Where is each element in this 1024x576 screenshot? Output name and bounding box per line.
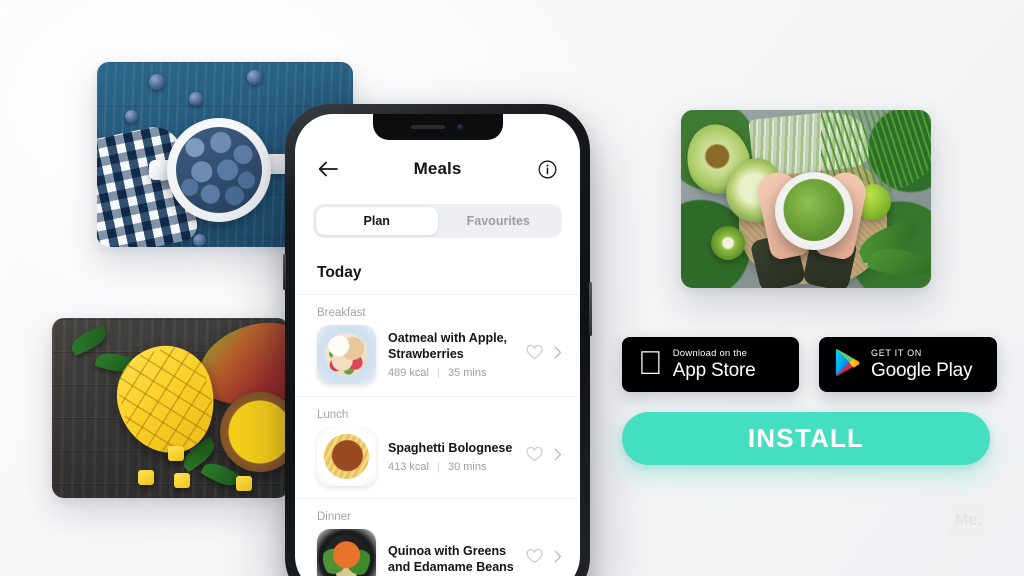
meal-name: Oatmeal with Apple, Strawberries xyxy=(388,331,508,361)
meal-row[interactable]: Oatmeal with Apple, Strawberries 489 kca… xyxy=(295,325,580,384)
earpiece-speaker-icon xyxy=(411,125,445,129)
google-play-badge-small-text: GET IT ON xyxy=(871,348,922,358)
meal-group-label: Breakfast xyxy=(295,294,580,319)
meal-group-lunch: Lunch Spaghetti Bolognese 413 kcal | 30 … xyxy=(295,396,580,486)
meal-duration: 30 mins xyxy=(447,461,487,473)
meal-calories: 489 kcal xyxy=(388,367,429,379)
app-store-badge-small-text: Download on the xyxy=(648,347,747,359)
meal-meta: 489 kcal | 35 mins xyxy=(388,367,514,379)
meal-meta: 413 kcal | 30 mins xyxy=(388,461,514,473)
chevron-right-icon[interactable] xyxy=(554,346,562,364)
meal-thumbnail xyxy=(317,427,376,486)
install-button[interactable]: INSTALL xyxy=(622,412,990,465)
meal-row[interactable]: Quinoa with Greens and Edamame Beans xyxy=(295,529,580,576)
meal-group-label: Dinner xyxy=(295,498,580,523)
front-camera-icon xyxy=(457,123,464,131)
mango-photo xyxy=(52,318,289,498)
meal-name: Quinoa with Greens and Edamame Beans xyxy=(388,543,514,574)
meal-duration: 35 mins xyxy=(447,367,487,379)
phone-side-button[interactable] xyxy=(589,282,592,336)
phone-volume-button[interactable] xyxy=(283,254,286,290)
day-title: Today xyxy=(317,264,362,281)
heart-icon[interactable] xyxy=(526,344,543,365)
meal-meta-separator: | xyxy=(437,461,440,473)
app-store-badge[interactable]:  Download on the App Store xyxy=(622,337,799,392)
meal-actions xyxy=(526,344,562,365)
meal-thumbnail xyxy=(317,325,376,384)
plan-favourites-segmented-control[interactable]: Plan Favourites xyxy=(313,204,562,238)
photo-card-mango xyxy=(52,318,289,498)
install-button-label: INSTALL xyxy=(747,423,865,453)
meal-group-label: Lunch xyxy=(295,396,580,421)
heart-icon[interactable] xyxy=(526,446,543,467)
app-store-badge-text: Download on the App Store xyxy=(673,349,756,381)
meal-actions xyxy=(526,548,562,569)
green-smoothie-photo xyxy=(681,110,931,288)
back-arrow-icon[interactable] xyxy=(317,158,339,180)
meal-group-breakfast: Breakfast Oatmeal with Apple, Strawberri… xyxy=(295,294,580,384)
meal-list: Breakfast Oatmeal with Apple, Strawberri… xyxy=(295,294,580,576)
meal-group-dinner: Dinner Quinoa with Greens and Edamame Be… xyxy=(295,498,580,576)
info-icon[interactable] xyxy=(536,158,558,180)
app-store-badge-big-text: App Store xyxy=(648,360,756,382)
store-badges:  Download on the App Store xyxy=(622,337,997,392)
tab-favourites[interactable]: Favourites xyxy=(438,207,560,235)
meal-info: Oatmeal with Apple, Strawberries 489 kca… xyxy=(388,330,514,379)
me-watermark-logo: Me. xyxy=(946,498,990,542)
google-play-badge-text: GET IT ON Google Play xyxy=(871,348,973,381)
google-play-badge[interactable]: GET IT ON Google Play xyxy=(819,337,997,392)
phone-notch xyxy=(372,114,503,140)
meal-actions xyxy=(526,446,562,467)
chevron-right-icon[interactable] xyxy=(554,448,562,466)
meal-thumbnail xyxy=(317,529,376,576)
meal-name: Spaghetti Bolognese xyxy=(388,441,513,455)
meal-meta-separator: | xyxy=(437,367,440,379)
google-play-badge-big-text: Google Play xyxy=(871,360,973,381)
heart-icon[interactable] xyxy=(526,548,543,569)
meal-info: Spaghetti Bolognese 413 kcal | 30 mins xyxy=(388,440,514,473)
phone-mockup: Meals Plan Favourites Today Breakfast Oa… xyxy=(283,104,592,576)
page-title: Meals xyxy=(413,159,462,178)
apple-logo-icon:  xyxy=(638,346,663,379)
google-play-logo-icon xyxy=(835,348,861,382)
photo-card-green-smoothie xyxy=(681,110,931,288)
meal-info: Quinoa with Greens and Edamame Beans xyxy=(388,543,514,575)
tab-plan[interactable]: Plan xyxy=(316,207,438,235)
chevron-right-icon[interactable] xyxy=(554,550,562,568)
watermark-label: Me. xyxy=(954,510,982,529)
meal-row[interactable]: Spaghetti Bolognese 413 kcal | 30 mins xyxy=(295,427,580,486)
phone-screen: Meals Plan Favourites Today Breakfast Oa… xyxy=(295,114,580,576)
meal-calories: 413 kcal xyxy=(388,461,429,473)
